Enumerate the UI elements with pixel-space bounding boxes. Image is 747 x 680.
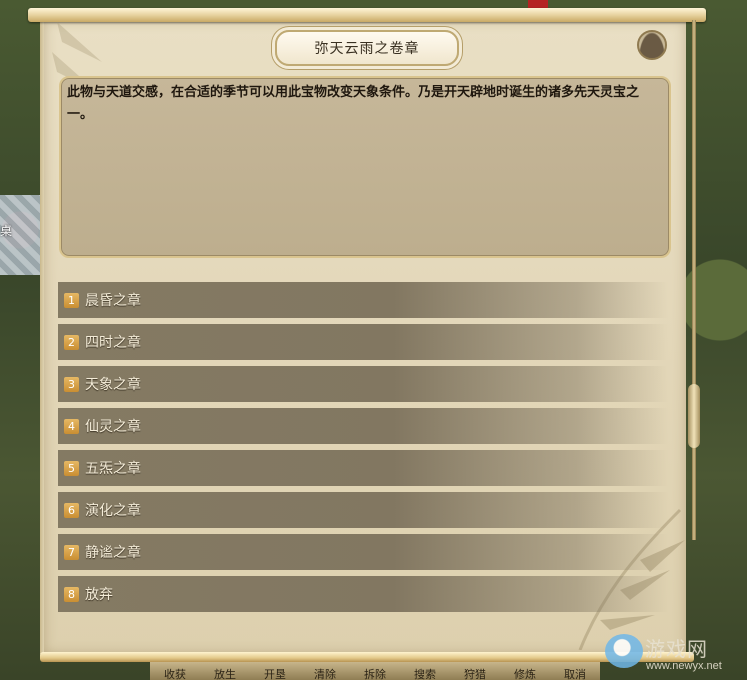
toolbar-harvest-button[interactable]: 收获 — [150, 662, 200, 680]
option-number-badge: 2 — [64, 334, 79, 350]
dialog-title: 弥天云雨之卷章 — [314, 41, 420, 57]
option-8-abandon[interactable]: 8 放弃 — [58, 576, 668, 612]
option-list: 1 晨昏之章 2 四时之章 3 天象之章 4 仙灵之章 5 五炁之章 6 演化之… — [58, 282, 668, 618]
toolbar-release-button[interactable]: 放生 — [200, 662, 250, 680]
option-1[interactable]: 1 晨昏之章 — [58, 282, 668, 318]
option-label: 演化之章 — [85, 503, 141, 519]
option-label: 放弃 — [85, 587, 113, 603]
option-number-badge: 7 — [64, 544, 79, 560]
option-label: 仙灵之章 — [85, 419, 141, 435]
option-number-badge: 8 — [64, 586, 79, 602]
option-5[interactable]: 5 五炁之章 — [58, 450, 668, 486]
option-number-badge: 3 — [64, 376, 79, 392]
bottom-toolbar: 收获 放生 开垦 清除 拆除 搜索 狩猎 修炼 取消 — [150, 662, 600, 680]
option-label: 静谧之章 — [85, 545, 141, 561]
option-number-badge: 6 — [64, 502, 79, 518]
option-6[interactable]: 6 演化之章 — [58, 492, 668, 528]
watermark-url: www.newyx.net — [646, 660, 722, 672]
option-label: 四时之章 — [85, 335, 141, 351]
option-2[interactable]: 2 四时之章 — [58, 324, 668, 360]
toolbar-cultivate-button[interactable]: 开垦 — [250, 662, 300, 680]
toolbar-cancel-button[interactable]: 取消 — [550, 662, 600, 680]
option-7[interactable]: 7 静谧之章 — [58, 534, 668, 570]
option-number-badge: 5 — [64, 460, 79, 476]
scroll-top-rod — [28, 8, 706, 22]
option-label: 五炁之章 — [85, 461, 141, 477]
option-4[interactable]: 4 仙灵之章 — [58, 408, 668, 444]
description-box: 此物与天道交感，在合适的季节可以用此宝物改变天象条件。乃是开天辟地时诞生的诸多先… — [59, 76, 671, 258]
dialog-title-plaque: 弥天云雨之卷章 — [275, 30, 459, 66]
toolbar-demolish-button[interactable]: 拆除 — [350, 662, 400, 680]
scroll-rope — [692, 20, 696, 540]
toolbar-clear-button[interactable]: 清除 — [300, 662, 350, 680]
option-number-badge: 4 — [64, 418, 79, 434]
watermark-text: 游戏网 — [645, 637, 708, 661]
scroll-bottom-rod — [40, 652, 694, 662]
scroll-rope-knob — [688, 384, 700, 448]
option-3[interactable]: 3 天象之章 — [58, 366, 668, 402]
user-avatar-icon[interactable] — [637, 30, 667, 60]
scene-label: 桌 — [0, 224, 13, 238]
toolbar-search-button[interactable]: 搜索 — [400, 662, 450, 680]
option-label: 晨昏之章 — [85, 293, 141, 309]
watermark-logo-icon — [605, 634, 643, 668]
description-text: 此物与天道交感，在合适的季节可以用此宝物改变天象条件。乃是开天辟地时诞生的诸多先… — [67, 85, 640, 122]
toolbar-practice-button[interactable]: 修炼 — [500, 662, 550, 680]
option-number-badge: 1 — [64, 292, 79, 308]
option-label: 天象之章 — [85, 377, 141, 393]
toolbar-hunt-button[interactable]: 狩猎 — [450, 662, 500, 680]
